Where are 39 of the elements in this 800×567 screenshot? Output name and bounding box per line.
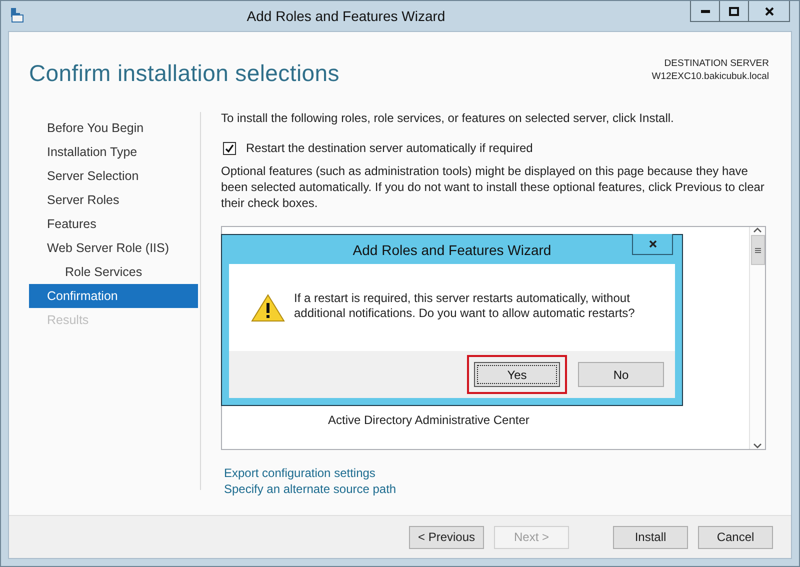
nav-item[interactable]: Server Roles <box>29 188 198 212</box>
dialog-close-button[interactable] <box>632 234 673 255</box>
dialog-button[interactable]: Yes <box>474 362 560 387</box>
wizard-button[interactable]: Install <box>613 526 688 548</box>
nav-item[interactable]: Confirmation <box>29 284 198 308</box>
nav-item[interactable]: Installation Type <box>29 140 198 164</box>
warning-icon <box>251 294 285 322</box>
link[interactable]: Specify an alternate source path <box>224 481 396 497</box>
grip-icon <box>754 248 760 252</box>
list-item: Active Directory Administrative Center <box>328 412 530 428</box>
page-title: Confirm installation selections <box>29 60 340 88</box>
destination-label: DESTINATION SERVER <box>663 57 769 70</box>
close-icon <box>764 6 774 16</box>
window-title: Add Roles and Features Wizard <box>246 8 446 24</box>
nav-item[interactable]: Role Services <box>29 260 198 284</box>
close-icon <box>648 240 656 248</box>
link[interactable]: Export configuration settings <box>224 465 376 481</box>
minimize-icon <box>700 10 710 12</box>
scrollbar[interactable] <box>749 227 765 449</box>
scroll-thumb[interactable] <box>750 235 764 265</box>
close-button[interactable] <box>748 1 790 22</box>
nav-item[interactable]: Before You Begin <box>29 116 198 140</box>
note-text: Optional features (such as administration tools) might be displayed on this page because they have been selected automatically. If you do not want to install these optional features, click Previous to clear their check boxes. <box>221 163 766 211</box>
dialog-message: If a restart is required, this server restarts automatically, without additional notifications. Do you want to allow automatic restarts? <box>294 290 636 320</box>
wizard-button[interactable]: Cancel <box>698 526 773 548</box>
nav-item[interactable]: Features <box>29 212 198 236</box>
nav-item[interactable]: Server Selection <box>29 164 198 188</box>
destination-server: W12EXC10.bakicubuk.local <box>652 70 769 83</box>
checkbox-label: Restart the destination server automatically if required <box>246 140 533 156</box>
minimize-button[interactable] <box>690 1 720 22</box>
checkmark-icon <box>225 144 234 152</box>
maximize-icon <box>729 6 739 16</box>
dialog-button[interactable]: No <box>578 362 664 387</box>
nav-item[interactable]: Web Server Role (IIS) <box>29 236 198 260</box>
intro-text: To install the following roles, role services, or features on selected server, click Install. <box>221 110 675 126</box>
dialog-title: Add Roles and Features Wizard <box>352 242 552 258</box>
restart-checkbox[interactable] <box>223 142 236 154</box>
app-icon <box>10 7 24 23</box>
wizard-button[interactable]: < Previous <box>409 526 484 548</box>
